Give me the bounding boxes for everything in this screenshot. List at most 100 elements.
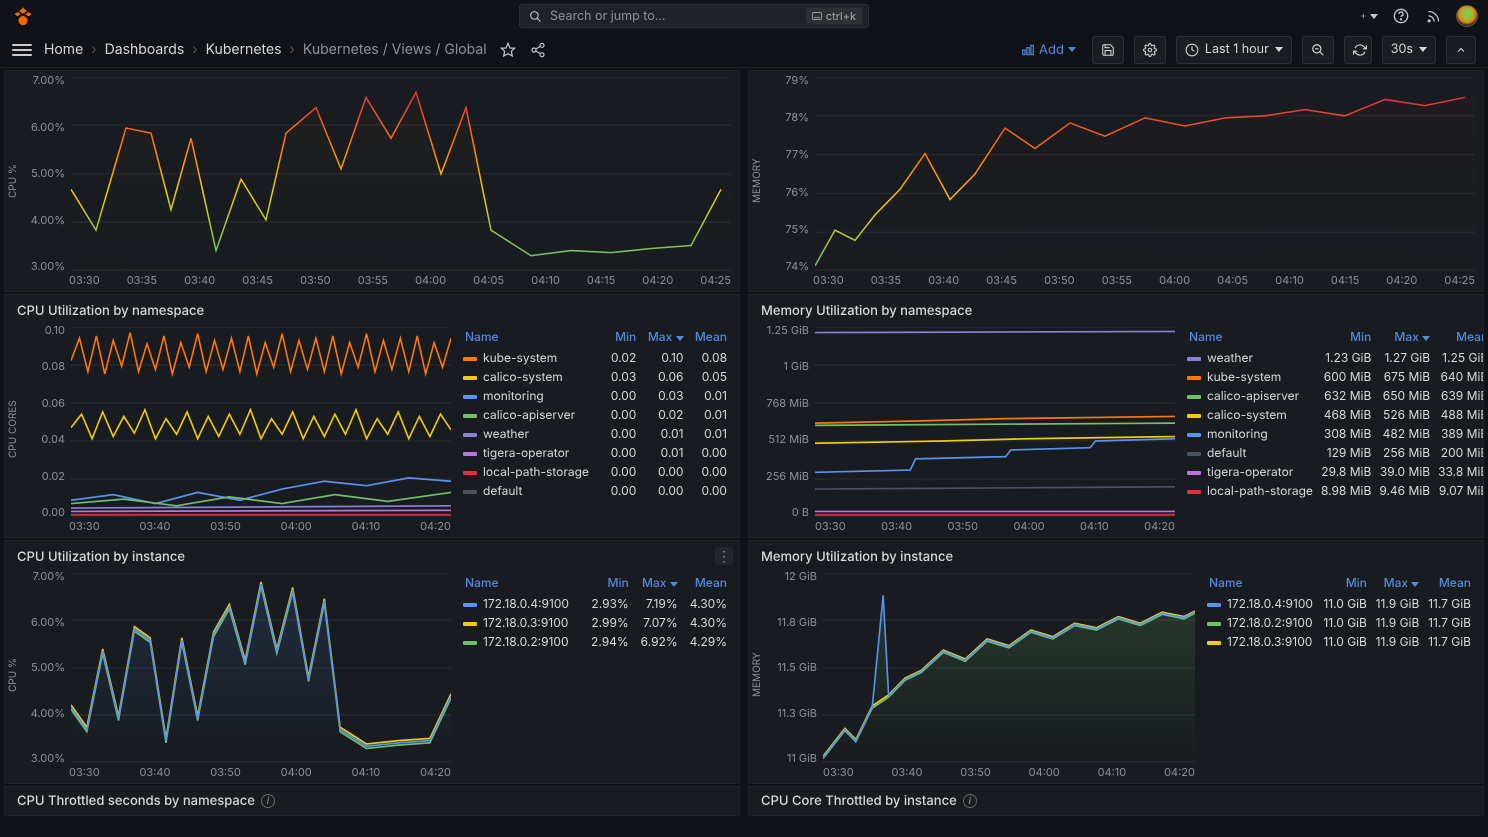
legend-header[interactable]: Name [1183, 325, 1317, 348]
legend-header[interactable]: Mean [1434, 325, 1483, 348]
chart[interactable]: 79%78%77%76%75%74% [765, 73, 1475, 273]
legend-row[interactable]: default129 MiB256 MiB200 MiB [1183, 443, 1483, 462]
rss-icon[interactable] [1424, 7, 1442, 25]
breadcrumb-dashboards[interactable]: Dashboards [105, 41, 185, 58]
tick-label: 0.04 [21, 432, 69, 446]
chart[interactable]: 12 GiB11.8 GiB11.5 GiB11.3 GiB11 GiB [765, 569, 1195, 765]
share-icon[interactable] [529, 41, 547, 59]
info-icon[interactable]: i [261, 794, 275, 808]
tick-label: 04:05 [1217, 273, 1248, 291]
help-icon[interactable] [1392, 7, 1410, 25]
legend-header[interactable]: Mean [688, 325, 732, 348]
legend-row[interactable]: tigera-operator0.000.010.00 [459, 443, 731, 462]
legend-row[interactable]: weather0.000.010.01 [459, 424, 731, 443]
legend-header[interactable]: Mean [1423, 571, 1475, 594]
panel-title: CPU Throttled seconds by namespace i [5, 787, 739, 811]
legend-table[interactable]: NameMinMax Meankube-system0.020.100.08ca… [459, 321, 739, 537]
save-button[interactable] [1092, 36, 1124, 64]
tick-label: 04:10 [352, 519, 381, 537]
x-ticks: 03:3003:3503:4003:4503:5003:5504:0004:05… [765, 273, 1483, 291]
legend-row[interactable]: weather1.23 GiB1.27 GiB1.25 GiB [1183, 348, 1483, 367]
grafana-logo-icon[interactable] [10, 3, 36, 29]
refresh-interval-picker[interactable]: 30s [1382, 36, 1436, 64]
legend-row[interactable]: 172.18.0.2:91002.94%6.92%4.29% [459, 632, 731, 651]
legend-row[interactable]: monitoring0.000.030.01 [459, 386, 731, 405]
panel-memory-namespace[interactable]: Memory Utilization by namespace 1.25 GiB… [748, 294, 1484, 538]
legend-row[interactable]: 172.18.0.4:910011.0 GiB11.9 GiB11.7 GiB [1203, 594, 1475, 613]
star-icon[interactable] [499, 41, 517, 59]
legend-row[interactable]: calico-apiserver0.000.020.01 [459, 405, 731, 424]
avatar[interactable] [1456, 5, 1478, 27]
legend-row[interactable]: calico-apiserver632 MiB650 MiB639 MiB [1183, 386, 1483, 405]
legend-table[interactable]: NameMinMax Mean172.18.0.4:91002.93%7.19%… [459, 567, 739, 783]
chart[interactable]: 7.00%6.00%5.00%4.00%3.00% [21, 73, 731, 273]
legend-header[interactable]: Max [1375, 325, 1434, 348]
chart[interactable]: 1.25 GiB1 GiB768 MiB512 MiB256 MiB0 B [753, 323, 1175, 519]
legend-header[interactable]: Max [640, 325, 687, 348]
tick-label: 03:40 [881, 519, 912, 537]
legend-header[interactable]: Max [1371, 571, 1423, 594]
topbar: Search or jump to... ctrl+k [0, 0, 1488, 32]
refresh-button[interactable] [1344, 36, 1372, 64]
legend-row[interactable]: tigera-operator29.8 MiB39.0 MiB33.8 MiB [1183, 462, 1483, 481]
x-ticks: 03:3003:4003:5004:0004:1004:20 [21, 765, 459, 783]
legend-table[interactable]: NameMinMax Mean172.18.0.4:910011.0 GiB11… [1203, 567, 1483, 783]
panel-cpu-namespace[interactable]: CPU Utilization by namespace CPU CORES 0… [4, 294, 740, 538]
info-icon[interactable]: i [963, 794, 977, 808]
chart[interactable]: 0.100.080.060.040.020.00 [21, 323, 451, 519]
search-input[interactable]: Search or jump to... ctrl+k [519, 4, 869, 28]
legend-row[interactable]: local-path-storage8.98 MiB9.46 MiB9.07 M… [1183, 481, 1483, 500]
panel-cpu-throttled[interactable]: CPU Throttled seconds by namespace i [4, 786, 740, 816]
y-axis-label: CPU % [5, 71, 21, 291]
legend-row[interactable]: kube-system0.020.100.08 [459, 348, 731, 367]
chevron-right-icon: › [290, 41, 295, 58]
legend-row[interactable]: calico-system0.030.060.05 [459, 367, 731, 386]
legend-row[interactable]: monitoring308 MiB482 MiB389 MiB [1183, 424, 1483, 443]
panel-memory-instance[interactable]: Memory Utilization by instance MEMORY 12… [748, 540, 1484, 784]
panel-menu-icon[interactable]: ⋮ [715, 547, 733, 565]
kiosk-button[interactable] [1446, 36, 1476, 64]
add-button[interactable]: Add [1015, 38, 1082, 62]
legend-row[interactable]: calico-system468 MiB526 MiB488 MiB [1183, 405, 1483, 424]
legend-header[interactable]: Min [583, 571, 633, 594]
tick-label: 03:40 [891, 765, 922, 783]
legend-row[interactable]: kube-system600 MiB675 MiB640 MiB [1183, 367, 1483, 386]
panel-cpu-instance[interactable]: CPU Utilization by instance ⋮ CPU % 7.00… [4, 540, 740, 784]
legend-header[interactable]: Min [1317, 325, 1375, 348]
panel-cpu-total[interactable]: CPU % 7.00%6.00%5.00%4.00%3.00% [4, 70, 740, 292]
zoom-out-button[interactable] [1302, 36, 1334, 64]
breadcrumb-home[interactable]: Home [44, 41, 83, 58]
panel-memory-total[interactable]: MEMORY 79%78%77%76%75%74% [748, 70, 1484, 292]
legend-header[interactable]: Min [604, 325, 640, 348]
breadcrumb-folder[interactable]: Kubernetes [206, 41, 282, 58]
legend-row[interactable]: default0.000.000.00 [459, 481, 731, 500]
legend-row[interactable]: 172.18.0.3:910011.0 GiB11.9 GiB11.7 GiB [1203, 632, 1475, 651]
legend-row[interactable]: 172.18.0.3:91002.99%7.07%4.30% [459, 613, 731, 632]
tick-label: 76% [765, 185, 813, 199]
legend-header[interactable]: Mean [682, 571, 731, 594]
tick-label: 11 GiB [765, 751, 821, 765]
chart[interactable]: 7.00%6.00%5.00%4.00%3.00% [21, 569, 451, 765]
legend-row[interactable]: 172.18.0.2:910011.0 GiB11.9 GiB11.7 GiB [1203, 613, 1475, 632]
legend-row[interactable]: local-path-storage0.000.000.00 [459, 462, 731, 481]
tick-label: 04:10 [531, 273, 560, 291]
y-axis-label: MEMORY [749, 71, 765, 291]
legend-header[interactable]: Min [1319, 571, 1371, 594]
time-range-picker[interactable]: Last 1 hour [1176, 36, 1292, 64]
add-icon[interactable] [1360, 7, 1378, 25]
tick-label: 03:55 [1102, 273, 1132, 291]
tick-label: 03:50 [960, 765, 991, 783]
legend-header[interactable]: Name [459, 571, 583, 594]
series-swatch [463, 452, 477, 456]
keyboard-shortcut-badge: ctrl+k [806, 8, 862, 24]
legend-header[interactable]: Name [1203, 571, 1319, 594]
tick-label: 7.00% [21, 73, 69, 87]
legend-table[interactable]: NameMinMax Meanweather1.23 GiB1.27 GiB1.… [1183, 321, 1483, 537]
tick-label: 03:30 [815, 519, 846, 537]
legend-header[interactable]: Name [459, 325, 604, 348]
legend-row[interactable]: 172.18.0.4:91002.93%7.19%4.30% [459, 594, 731, 613]
legend-header[interactable]: Max [633, 571, 682, 594]
panel-cpu-core-throttled[interactable]: CPU Core Throttled by instance i [748, 786, 1484, 816]
settings-button[interactable] [1134, 36, 1166, 64]
menu-icon[interactable] [12, 44, 32, 56]
